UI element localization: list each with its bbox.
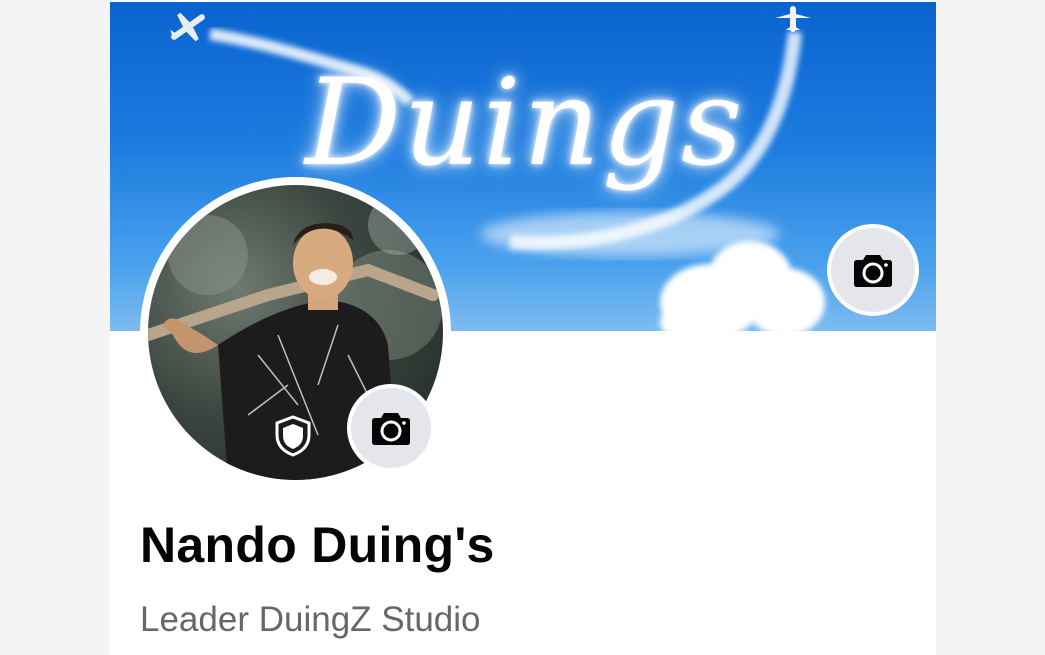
profile-card: Duings Nando Duing's Leader DuingZ Studi…: [110, 0, 936, 655]
edit-profile-picture-button[interactable]: [347, 384, 435, 472]
airplane-left-icon: [170, 12, 205, 42]
cumulus-cloud: [660, 241, 825, 331]
profile-bio: Leader DuingZ Studio: [140, 600, 481, 639]
profile-guard-badge: [270, 413, 316, 459]
camera-icon: [372, 413, 410, 445]
profile-name: Nando Duing's: [140, 517, 495, 573]
cover-skywriting-text: Duings: [305, 54, 745, 193]
shield-icon: [275, 415, 311, 457]
camera-icon: [854, 255, 892, 287]
edit-cover-photo-button[interactable]: [827, 224, 919, 316]
airplane-right-icon: [775, 6, 811, 32]
